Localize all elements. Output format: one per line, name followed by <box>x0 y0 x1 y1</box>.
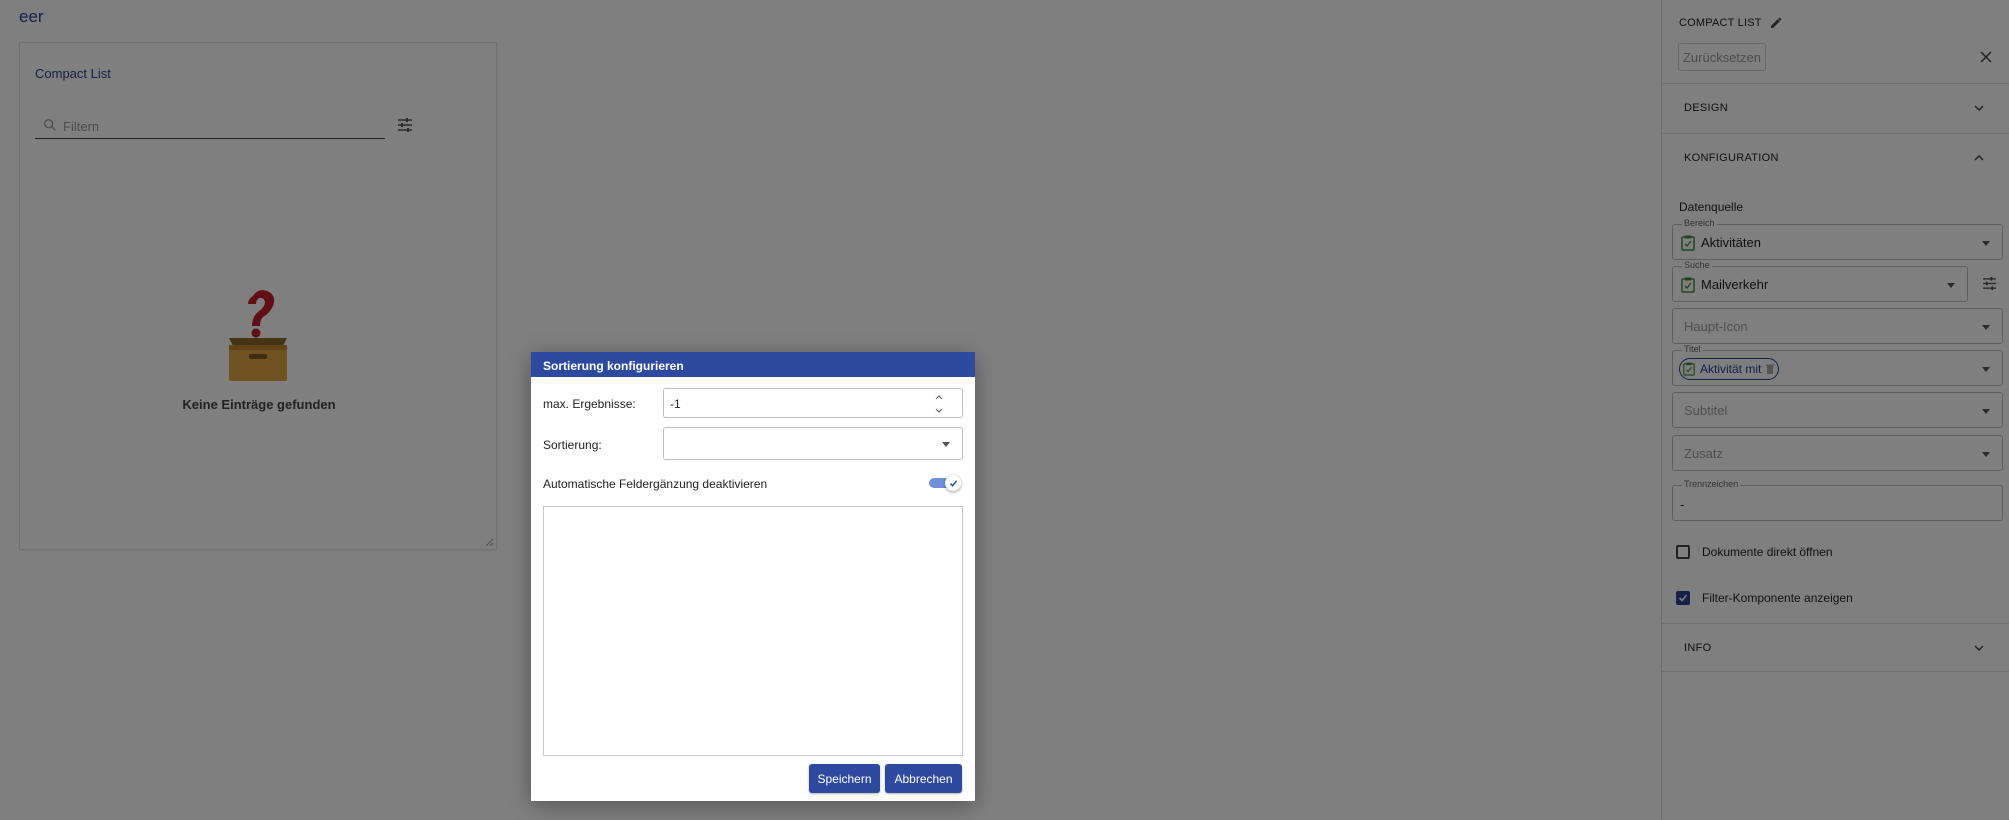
auto-complete-label: Automatische Feldergänzung deaktivieren <box>543 477 768 491</box>
max-results-label: max. Ergebnisse: <box>543 397 636 411</box>
cancel-button[interactable]: Abbrechen <box>885 764 962 793</box>
check-icon <box>949 479 957 487</box>
dropdown-caret-icon <box>942 442 950 447</box>
toggle-knob <box>945 475 961 491</box>
chevron-up-icon[interactable] <box>934 393 944 401</box>
sort-label: Sortierung: <box>543 438 602 452</box>
auto-complete-toggle[interactable] <box>929 474 961 492</box>
sort-config-textarea[interactable] <box>543 506 963 756</box>
number-spinner[interactable] <box>934 393 944 415</box>
modal-backdrop[interactable] <box>0 0 2009 820</box>
max-results-input[interactable] <box>670 394 920 414</box>
sort-config-dialog: Sortierung konfigurieren max. Ergebnisse… <box>531 352 975 801</box>
sort-select[interactable] <box>663 427 963 460</box>
save-button[interactable]: Speichern <box>809 764 880 793</box>
dialog-title: Sortierung konfigurieren <box>531 352 975 377</box>
max-results-field[interactable] <box>663 388 963 418</box>
chevron-down-icon[interactable] <box>934 407 944 415</box>
